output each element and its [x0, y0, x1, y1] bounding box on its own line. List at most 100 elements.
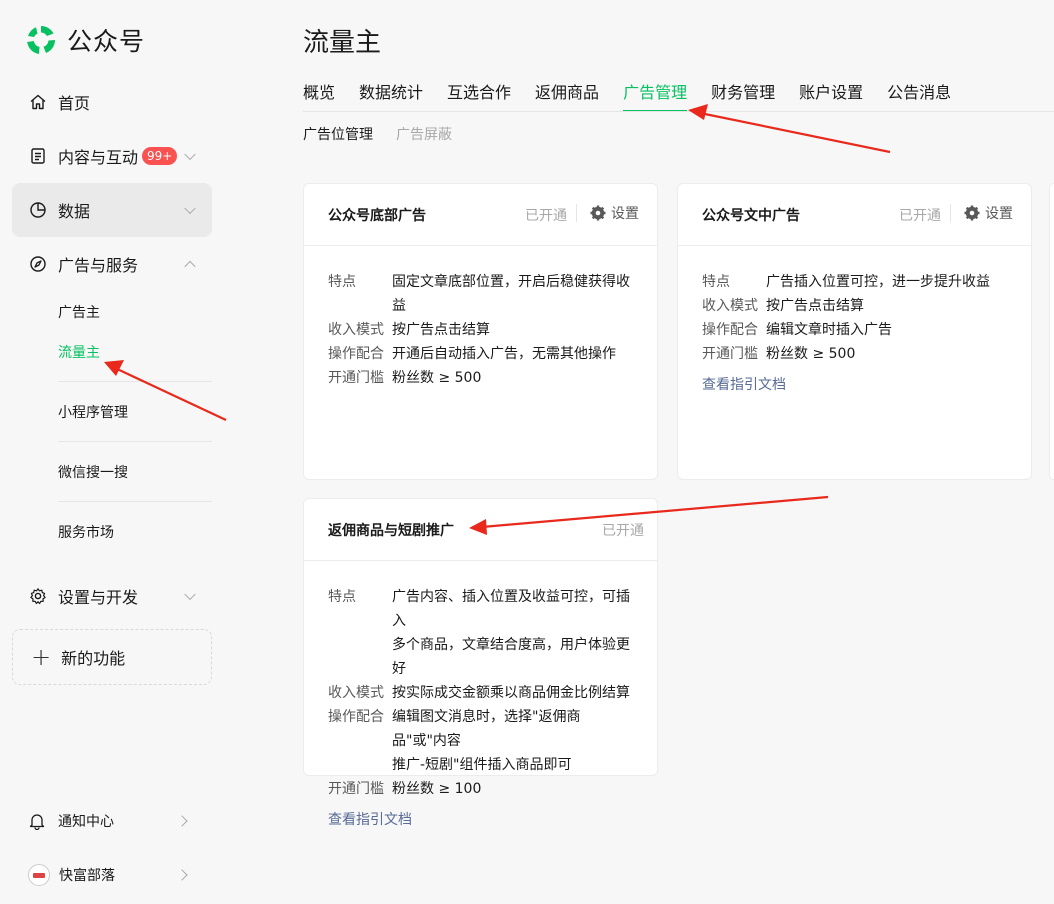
nav-content-label: 内容与互动 [58, 148, 139, 167]
row-value: 开通后自动插入广告，无需其他操作 [392, 346, 616, 362]
row-key: 开通门槛 [328, 370, 384, 386]
nav-content[interactable]: 内容与互动 99+ [12, 129, 212, 183]
pie-chart-icon [29, 201, 47, 219]
card-header: 公众号文中广告 已开通 设置 [678, 184, 1031, 246]
row-value-line2: 推广-短剧"组件插入商品即可 [392, 757, 572, 773]
row-value: 编辑图文消息时，选择"返佣商品"或"内容推广-短剧"组件插入商品即可 [392, 705, 633, 777]
operation-row: 操作配合 编辑文章时插入广告 [702, 318, 1007, 342]
row-key: 收入模式 [328, 322, 384, 338]
gear-icon [29, 587, 47, 605]
divider [58, 381, 212, 382]
chevron-right-icon [176, 869, 188, 881]
row-value: 编辑文章时插入广告 [766, 322, 892, 338]
row-key: 操作配合 [328, 709, 384, 725]
divider [58, 501, 212, 502]
sidebar: 公众号 首页 内容与互动 99+ 数据 广告与服务 广告主 流量主 小程序管理 … [0, 0, 228, 904]
row-value: 广告内容、插入位置及收益可控，可插入 多个商品，文章结合度高，用户体验更好 [392, 585, 633, 681]
bell-icon [28, 812, 46, 830]
nav-notifications[interactable]: 通知中心 [28, 806, 208, 836]
feature-row: 特点 固定文章底部位置，开启后稳健获得收益 [328, 270, 633, 318]
row-value-line1: 广告内容、插入位置及收益可控，可插入 [392, 589, 630, 629]
subtab-ad-block[interactable]: 广告屏蔽 [396, 124, 452, 144]
chevron-up-icon [184, 260, 196, 273]
row-key: 操作配合 [702, 322, 758, 338]
card-title: 公众号底部广告 [328, 208, 426, 224]
income-row: 收入模式 按广告点击结算 [328, 318, 633, 342]
feature-row: 特点 广告内容、插入位置及收益可控，可插入 多个商品，文章结合度高，用户体验更好 [328, 585, 633, 681]
divider [58, 441, 212, 442]
row-value: 按广告点击结算 [392, 322, 490, 338]
nav-data[interactable]: 数据 [12, 183, 212, 237]
sidebar-item-miniprogram[interactable]: 小程序管理 [58, 402, 212, 422]
tab-mutual-select[interactable]: 互选合作 [447, 79, 511, 112]
sidebar-item-advertiser[interactable]: 广告主 [58, 302, 212, 322]
sidebar-item-publisher[interactable]: 流量主 [58, 342, 212, 362]
row-key: 收入模式 [702, 298, 758, 314]
tab-data-stats[interactable]: 数据统计 [359, 79, 423, 112]
nav-data-label: 数据 [58, 202, 91, 221]
sidebar-item-service-market[interactable]: 服务市场 [58, 522, 212, 542]
ad-slot-card-in-article: 公众号文中广告 已开通 设置 特点 广告插入位置可控，进一步提升收益 收入模式 按广… [677, 183, 1032, 480]
ad-slot-card-bottom: 公众号底部广告 已开通 设置 特点 固定文章底部位置，开启后稳健获得收益 收入模式… [303, 183, 658, 480]
plus-icon: + [31, 643, 52, 671]
account-name: 快富部落 [59, 868, 115, 884]
unread-badge: 99+ [142, 147, 178, 165]
tab-ad-management[interactable]: 广告管理 [623, 79, 688, 112]
row-value: 广告插入位置可控，进一步提升收益 [766, 274, 990, 290]
row-key: 开通门槛 [702, 346, 758, 362]
new-feature-button[interactable]: + 新的功能 [12, 629, 212, 685]
document-icon [29, 147, 47, 165]
row-key: 开通门槛 [328, 781, 384, 797]
income-row: 收入模式 按广告点击结算 [702, 294, 1007, 318]
threshold-row: 开通门槛 粉丝数 ≥ 500 [328, 366, 633, 390]
row-key: 特点 [328, 589, 356, 605]
tab-finance[interactable]: 财务管理 [711, 79, 775, 112]
nav-home[interactable]: 首页 [12, 75, 212, 129]
guide-doc-link[interactable]: 查看指引文档 [328, 809, 412, 829]
tab-announcements[interactable]: 公告消息 [887, 79, 951, 112]
feature-row: 特点 广告插入位置可控，进一步提升收益 [702, 270, 1007, 294]
card-body: 特点 固定文章底部位置，开启后稳健获得收益 收入模式 按广告点击结算 操作配合 开通后… [304, 246, 657, 390]
settings-label: 设置 [611, 206, 639, 222]
nav-account[interactable]: 快富部落 [28, 860, 208, 890]
guide-doc-link[interactable]: 查看指引文档 [702, 374, 786, 394]
divider [950, 204, 951, 222]
sidebar-item-wechat-search[interactable]: 微信搜一搜 [58, 462, 212, 482]
row-key: 特点 [328, 274, 356, 290]
row-value: 粉丝数 ≥ 500 [766, 346, 856, 362]
card-title: 返佣商品与短剧推广 [328, 523, 454, 539]
chevron-down-icon [184, 588, 196, 601]
row-value-line1: 编辑图文消息时，选择"返佣商品"或"内容 [392, 709, 581, 749]
new-feature-label: 新的功能 [61, 649, 126, 668]
tab-account-settings[interactable]: 账户设置 [799, 79, 863, 112]
settings-button[interactable]: 设置 [964, 203, 1013, 223]
row-key: 收入模式 [328, 685, 384, 701]
row-key: 操作配合 [328, 346, 384, 362]
ad-slot-card-partial [1049, 183, 1054, 480]
card-title: 公众号文中广告 [702, 208, 800, 224]
settings-button[interactable]: 设置 [590, 203, 639, 223]
subtab-ad-slots[interactable]: 广告位管理 [303, 124, 373, 144]
nav-ads-label: 广告与服务 [58, 256, 139, 275]
status-label: 已开通 [602, 523, 644, 539]
threshold-row: 开通门槛 粉丝数 ≥ 500 [702, 342, 1007, 366]
card-body: 特点 广告插入位置可控，进一步提升收益 收入模式 按广告点击结算 操作配合 编辑文章时… [678, 246, 1031, 394]
nav-ads-services[interactable]: 广告与服务 [12, 237, 212, 291]
chevron-right-icon [176, 815, 188, 827]
card-header: 公众号底部广告 已开通 设置 [304, 184, 657, 246]
card-body: 特点 广告内容、插入位置及收益可控，可插入 多个商品，文章结合度高，用户体验更好 收… [304, 561, 657, 829]
card-header: 返佣商品与短剧推广 已开通 [304, 499, 657, 561]
tab-overview[interactable]: 概览 [303, 79, 335, 112]
row-value: 粉丝数 ≥ 500 [392, 370, 482, 386]
home-icon [29, 93, 47, 111]
row-value-line2: 多个商品，文章结合度高，用户体验更好 [392, 637, 630, 677]
app-logo[interactable]: 公众号 [24, 22, 145, 58]
tab-commission-goods[interactable]: 返佣商品 [535, 79, 599, 112]
nav-settings-dev[interactable]: 设置与开发 [12, 569, 212, 623]
row-value: 粉丝数 ≥ 100 [392, 781, 482, 797]
settings-label: 设置 [985, 206, 1013, 222]
status-label: 已开通 [525, 208, 567, 224]
nav-settings-label: 设置与开发 [58, 588, 139, 607]
row-key: 特点 [702, 274, 730, 290]
row-value: 按广告点击结算 [766, 298, 864, 314]
